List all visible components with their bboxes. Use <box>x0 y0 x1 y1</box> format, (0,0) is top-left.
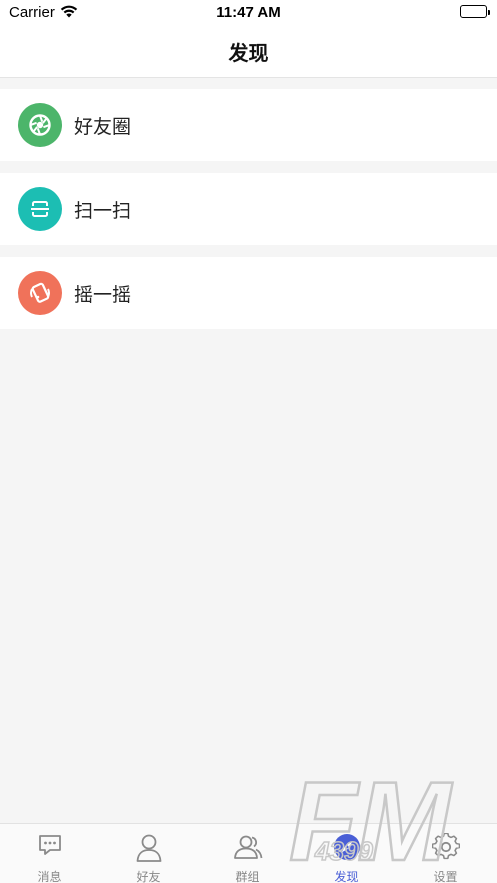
tab-messages[interactable]: 消息 <box>0 824 99 883</box>
shake-icon <box>18 271 62 315</box>
tab-label: 群组 <box>235 870 260 883</box>
person-icon <box>135 833 163 867</box>
gear-icon <box>431 832 460 865</box>
tab-label: 好友 <box>136 870 161 883</box>
tab-settings[interactable]: 设置 <box>396 824 495 883</box>
tab-label: 消息 <box>37 870 62 883</box>
tab-discover[interactable]: 发现 <box>297 824 396 883</box>
battery-icon <box>460 5 490 18</box>
menu-item-scan[interactable]: 扫一扫 <box>0 173 497 245</box>
tab-label: 发现 <box>334 870 359 883</box>
clock: 11:47 AM <box>216 4 281 21</box>
navigation-bar: 发现 <box>0 26 497 78</box>
tab-bar: 消息 好友 群组 发现 设置 <box>0 823 497 883</box>
tab-friends[interactable]: 好友 <box>99 824 198 883</box>
menu-item-label: 摇一摇 <box>74 283 132 306</box>
scan-icon <box>18 187 62 231</box>
tab-label: 设置 <box>433 870 458 883</box>
menu-item-moments[interactable]: 好友圈 <box>0 89 497 161</box>
compass-icon <box>333 833 361 865</box>
camera-aperture-icon <box>18 103 62 147</box>
group-icon <box>232 833 264 865</box>
menu-item-shake[interactable]: 摇一摇 <box>0 257 497 329</box>
chat-bubble-icon <box>37 833 63 861</box>
status-bar: Carrier 11:47 AM <box>0 0 497 26</box>
menu-item-label: 好友圈 <box>74 115 132 138</box>
tab-groups[interactable]: 群组 <box>198 824 297 883</box>
menu-item-label: 扫一扫 <box>74 199 132 222</box>
page-title: 发现 <box>228 41 269 65</box>
